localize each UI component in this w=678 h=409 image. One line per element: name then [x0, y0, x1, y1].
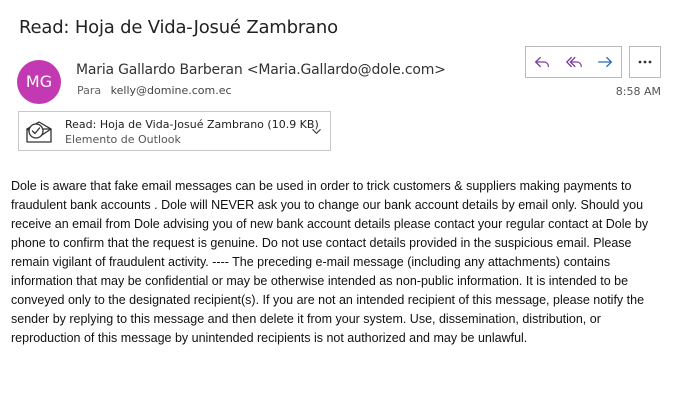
forward-icon: [598, 56, 613, 68]
attachment-type: Elemento de Outlook: [65, 133, 181, 146]
outlook-item-icon: [26, 121, 52, 143]
sender-avatar[interactable]: MG: [17, 60, 61, 104]
message-time: 8:58 AM: [615, 85, 661, 98]
forward-button[interactable]: [589, 47, 621, 77]
reply-icon: [534, 56, 549, 68]
attachment-name: Read: Hoja de Vida-Josué Zambrano (10.9 …: [65, 118, 319, 131]
reply-all-icon: [565, 56, 582, 68]
more-options-icon: [638, 60, 652, 64]
reply-all-button[interactable]: [558, 47, 590, 77]
sender-name[interactable]: Maria Gallardo Barberan <Maria.Gallardo@…: [76, 62, 446, 78]
chevron-down-icon[interactable]: [311, 126, 322, 137]
to-label: Para: [77, 84, 102, 97]
recipient-line: Para kelly@domine.com.ec: [77, 84, 232, 97]
message-subject: Read: Hoja de Vida-Josué Zambrano: [19, 17, 338, 38]
reply-button[interactable]: [526, 47, 558, 77]
more-options-button[interactable]: [629, 46, 661, 78]
attachment-card[interactable]: Read: Hoja de Vida-Josué Zambrano (10.9 …: [18, 111, 331, 151]
message-body: Dole is aware that fake email messages c…: [11, 179, 649, 345]
recipient-address[interactable]: kelly@domine.com.ec: [111, 84, 232, 97]
message-actions: [525, 46, 622, 78]
